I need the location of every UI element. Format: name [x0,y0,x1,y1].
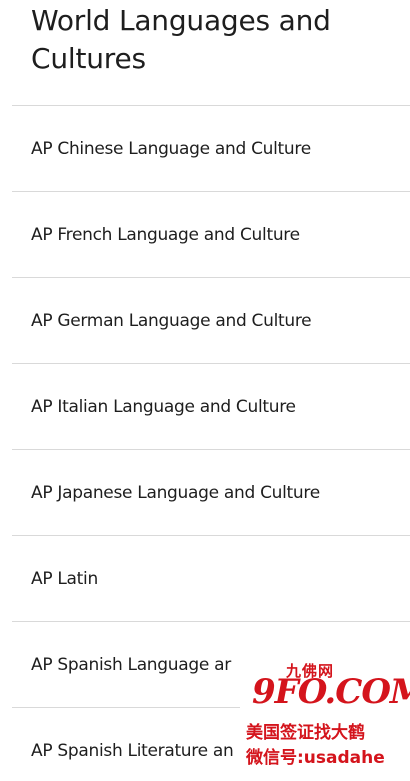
watermark-text-line1: 美国签证找大鹤 [246,723,365,743]
course-link[interactable]: AP Spanish Literature an [31,741,234,761]
course-link[interactable]: AP French Language and Culture [31,225,300,245]
list-item-ap-japanese[interactable]: AP Japanese Language and Culture [12,449,410,535]
list-item-ap-german[interactable]: AP German Language and Culture [12,277,410,363]
course-link[interactable]: AP Chinese Language and Culture [31,139,311,159]
watermark-brand: 9FO.COM [252,672,410,712]
list-item-ap-italian[interactable]: AP Italian Language and Culture [12,363,410,449]
watermark-logo: 九佛网 9FO.COM [240,656,410,712]
course-link[interactable]: AP Japanese Language and Culture [31,483,320,503]
section-heading: World Languages and Cultures [31,4,331,75]
course-link[interactable]: AP Latin [31,569,98,589]
course-link[interactable]: AP Italian Language and Culture [31,397,296,417]
list-item-ap-latin[interactable]: AP Latin [12,535,410,621]
course-link[interactable]: AP Spanish Language ar [31,655,231,675]
list-item-ap-chinese[interactable]: AP Chinese Language and Culture [12,105,410,191]
list-item-ap-french[interactable]: AP French Language and Culture [12,191,410,277]
watermark-overlay: 九佛网 9FO.COM 美国签证找大鹤 微信号:usadahe [240,656,410,781]
watermark-text-line2: 微信号:usadahe [246,748,385,768]
course-link[interactable]: AP German Language and Culture [31,311,312,331]
